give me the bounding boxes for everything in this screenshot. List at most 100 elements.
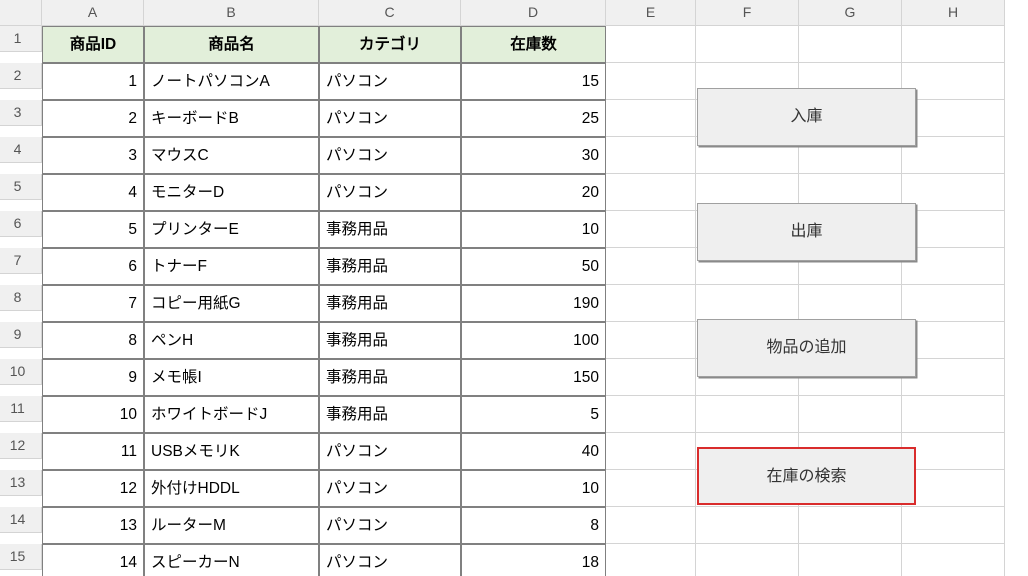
- cell-blank[interactable]: [799, 26, 902, 63]
- cell-blank[interactable]: [696, 544, 799, 576]
- cell-category[interactable]: 事務用品: [319, 322, 461, 359]
- cell-blank[interactable]: [606, 211, 696, 248]
- cell-blank[interactable]: [902, 100, 1005, 137]
- header-name[interactable]: 商品名: [144, 26, 319, 63]
- cell-id[interactable]: 11: [42, 433, 144, 470]
- cell-stock[interactable]: 20: [461, 174, 606, 211]
- cell-blank[interactable]: [902, 248, 1005, 285]
- stock-out-button[interactable]: 出庫: [697, 203, 916, 261]
- cell-blank[interactable]: [606, 285, 696, 322]
- cell-category[interactable]: パソコン: [319, 100, 461, 137]
- cell-blank[interactable]: [902, 285, 1005, 322]
- cell-blank[interactable]: [606, 100, 696, 137]
- cell-blank[interactable]: [606, 470, 696, 507]
- cell-blank[interactable]: [606, 433, 696, 470]
- cell-category[interactable]: 事務用品: [319, 359, 461, 396]
- cell-stock[interactable]: 8: [461, 507, 606, 544]
- cell-blank[interactable]: [902, 359, 1005, 396]
- cell-blank[interactable]: [696, 507, 799, 544]
- column-header-H[interactable]: H: [902, 0, 1005, 26]
- cell-stock[interactable]: 5: [461, 396, 606, 433]
- column-header-G[interactable]: G: [799, 0, 902, 26]
- cell-category[interactable]: パソコン: [319, 174, 461, 211]
- cell-name[interactable]: プリンターE: [144, 211, 319, 248]
- cell-category[interactable]: 事務用品: [319, 285, 461, 322]
- cell-id[interactable]: 12: [42, 470, 144, 507]
- cell-category[interactable]: パソコン: [319, 544, 461, 576]
- cell-blank[interactable]: [696, 285, 799, 322]
- cell-id[interactable]: 2: [42, 100, 144, 137]
- cell-blank[interactable]: [606, 174, 696, 211]
- cell-blank[interactable]: [606, 544, 696, 576]
- cell-name[interactable]: キーボードB: [144, 100, 319, 137]
- cell-blank[interactable]: [902, 470, 1005, 507]
- cell-stock[interactable]: 190: [461, 285, 606, 322]
- cell-category[interactable]: パソコン: [319, 137, 461, 174]
- cell-name[interactable]: ペンH: [144, 322, 319, 359]
- header-id[interactable]: 商品ID: [42, 26, 144, 63]
- cell-blank[interactable]: [606, 359, 696, 396]
- add-item-button[interactable]: 物品の追加: [697, 319, 916, 377]
- cell-category[interactable]: 事務用品: [319, 248, 461, 285]
- row-header-15[interactable]: 15: [0, 544, 42, 570]
- cell-blank[interactable]: [606, 322, 696, 359]
- cell-blank[interactable]: [606, 507, 696, 544]
- cell-id[interactable]: 9: [42, 359, 144, 396]
- cell-name[interactable]: コピー用紙G: [144, 285, 319, 322]
- cell-blank[interactable]: [606, 63, 696, 100]
- row-header-4[interactable]: 4: [0, 137, 42, 163]
- cell-blank[interactable]: [902, 63, 1005, 100]
- column-header-B[interactable]: B: [144, 0, 319, 26]
- cell-name[interactable]: スピーカーN: [144, 544, 319, 576]
- cell-id[interactable]: 5: [42, 211, 144, 248]
- cell-blank[interactable]: [902, 174, 1005, 211]
- cell-blank[interactable]: [799, 544, 902, 576]
- cell-stock[interactable]: 150: [461, 359, 606, 396]
- cell-name[interactable]: ノートパソコンA: [144, 63, 319, 100]
- cell-stock[interactable]: 30: [461, 137, 606, 174]
- cell-blank[interactable]: [902, 507, 1005, 544]
- column-header-A[interactable]: A: [42, 0, 144, 26]
- cell-blank[interactable]: [696, 396, 799, 433]
- cell-id[interactable]: 14: [42, 544, 144, 576]
- cell-blank[interactable]: [902, 322, 1005, 359]
- cell-id[interactable]: 3: [42, 137, 144, 174]
- cell-name[interactable]: トナーF: [144, 248, 319, 285]
- cell-id[interactable]: 8: [42, 322, 144, 359]
- column-header-E[interactable]: E: [606, 0, 696, 26]
- cell-blank[interactable]: [902, 26, 1005, 63]
- cell-name[interactable]: ルーターM: [144, 507, 319, 544]
- cell-stock[interactable]: 40: [461, 433, 606, 470]
- cell-stock[interactable]: 25: [461, 100, 606, 137]
- cell-blank[interactable]: [799, 507, 902, 544]
- row-header-5[interactable]: 5: [0, 174, 42, 200]
- cell-stock[interactable]: 50: [461, 248, 606, 285]
- cell-blank[interactable]: [799, 285, 902, 322]
- row-header-2[interactable]: 2: [0, 63, 42, 89]
- row-header-8[interactable]: 8: [0, 285, 42, 311]
- row-header-7[interactable]: 7: [0, 248, 42, 274]
- cell-stock[interactable]: 100: [461, 322, 606, 359]
- cell-blank[interactable]: [606, 248, 696, 285]
- cell-id[interactable]: 10: [42, 396, 144, 433]
- cell-stock[interactable]: 10: [461, 470, 606, 507]
- cell-id[interactable]: 1: [42, 63, 144, 100]
- cell-name[interactable]: メモ帳I: [144, 359, 319, 396]
- cell-category[interactable]: パソコン: [319, 470, 461, 507]
- cell-blank[interactable]: [606, 137, 696, 174]
- cell-blank[interactable]: [606, 26, 696, 63]
- cell-name[interactable]: モニターD: [144, 174, 319, 211]
- header-stock[interactable]: 在庫数: [461, 26, 606, 63]
- cell-blank[interactable]: [902, 544, 1005, 576]
- column-header-F[interactable]: F: [696, 0, 799, 26]
- cell-id[interactable]: 6: [42, 248, 144, 285]
- cell-category[interactable]: パソコン: [319, 433, 461, 470]
- cell-stock[interactable]: 15: [461, 63, 606, 100]
- cell-name[interactable]: マウスC: [144, 137, 319, 174]
- cell-blank[interactable]: [696, 26, 799, 63]
- cell-name[interactable]: USBメモリK: [144, 433, 319, 470]
- cell-category[interactable]: パソコン: [319, 63, 461, 100]
- cell-blank[interactable]: [606, 396, 696, 433]
- row-header-12[interactable]: 12: [0, 433, 42, 459]
- row-header-11[interactable]: 11: [0, 396, 42, 422]
